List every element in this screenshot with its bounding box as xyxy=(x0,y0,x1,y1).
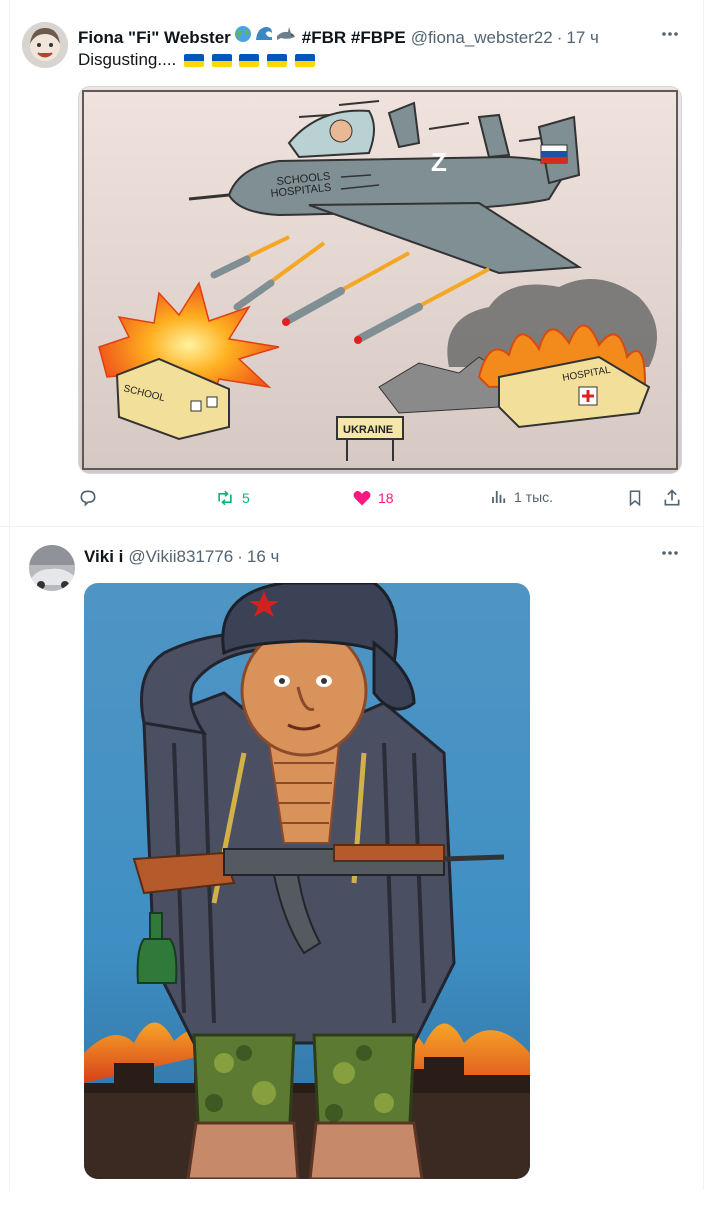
timestamp[interactable]: 17 ч xyxy=(566,28,599,48)
separator-dot: · xyxy=(237,547,243,566)
tweet-header: Viki i @Vikii831776 · 16 ч xyxy=(84,547,279,567)
views-button[interactable]: 1 тыс. xyxy=(490,488,553,506)
tweet-viki[interactable]: Viki i @Vikii831776 · 16 ч xyxy=(0,527,722,1190)
share-icon xyxy=(664,489,680,506)
handle[interactable]: @Vikii831776 xyxy=(128,547,233,567)
retweet-icon xyxy=(218,490,232,506)
display-name[interactable]: Viki i xyxy=(84,547,123,567)
ukraine-flag-icon xyxy=(211,54,232,68)
avatar[interactable] xyxy=(22,22,68,68)
bookmark-icon xyxy=(629,490,641,507)
wave-icon xyxy=(255,25,273,48)
bookmark-button[interactable] xyxy=(626,488,644,508)
heart-icon xyxy=(353,491,371,506)
avatar[interactable] xyxy=(29,545,75,591)
share-button[interactable] xyxy=(662,488,682,508)
retweet-button[interactable]: 5 xyxy=(214,488,250,508)
tweet-text-row: Disgusting.... xyxy=(78,50,315,70)
ukraine-flag-icon xyxy=(184,54,204,68)
separator-dot: · xyxy=(556,28,563,47)
timestamp[interactable]: 16 ч xyxy=(247,547,280,567)
shark-icon xyxy=(276,25,296,48)
views-icon xyxy=(492,491,506,503)
avatar-photo xyxy=(29,545,75,591)
reply-icon xyxy=(80,490,96,507)
cartoon-illustration: Z SCHOOLS HOSPITALS SCHOOL HOSPITAL UKRA… xyxy=(79,87,681,473)
tweet-fiona[interactable]: Fiona "Fi" Webster #FBR #FBPE @fiona_web… xyxy=(0,0,722,526)
like-count: 18 xyxy=(378,490,394,506)
like-button[interactable]: 18 xyxy=(352,488,394,508)
globe-icon xyxy=(234,25,252,48)
retweet-count: 5 xyxy=(242,490,250,506)
ukraine-flag-icon xyxy=(267,54,288,68)
tweet-actions: 5 18 1 тыс. xyxy=(78,488,688,512)
tweet-header: Fiona "Fi" Webster #FBR #FBPE @fiona_web… xyxy=(78,25,599,48)
tweet-text: Disgusting.... xyxy=(78,50,177,69)
views-count: 1 тыс. xyxy=(514,489,554,505)
ukraine-flag-icon xyxy=(294,54,315,68)
svg-text:Z: Z xyxy=(431,147,447,177)
avatar-photo xyxy=(22,22,68,68)
painting-illustration xyxy=(84,583,530,1179)
handle[interactable]: @fiona_webster22 xyxy=(411,28,553,48)
tweet-image-cartoon[interactable]: Z SCHOOLS HOSPITALS SCHOOL HOSPITAL UKRA… xyxy=(78,86,682,474)
svg-text:UKRAINE: UKRAINE xyxy=(343,424,393,436)
hashtags[interactable]: #FBR #FBPE xyxy=(302,28,406,48)
more-options-icon[interactable] xyxy=(660,24,680,49)
ukraine-flag-icon xyxy=(239,54,260,68)
more-options-icon[interactable] xyxy=(660,543,680,568)
reply-button[interactable] xyxy=(78,488,104,508)
display-name[interactable]: Fiona "Fi" Webster xyxy=(78,28,231,48)
tweet-image-painting[interactable] xyxy=(84,583,530,1179)
